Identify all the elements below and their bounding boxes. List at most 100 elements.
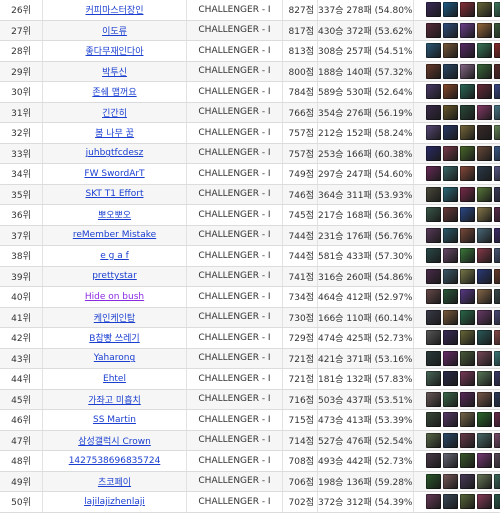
champion-portrait-icon[interactable] (460, 23, 475, 38)
champion-portrait-icon[interactable] (443, 64, 458, 79)
champion-portrait-icon[interactable] (477, 146, 492, 161)
champion-portrait-icon[interactable] (443, 269, 458, 284)
champion-portrait-icon[interactable] (494, 433, 500, 448)
champion-portrait-icon[interactable] (426, 310, 441, 325)
summoner-name-link[interactable]: 존쉐 맵꺼요 (92, 88, 136, 98)
champion-portrait-icon[interactable] (477, 412, 492, 427)
champion-portrait-icon[interactable] (426, 289, 441, 304)
champion-portrait-icon[interactable] (443, 105, 458, 120)
summoner-name-link[interactable]: Yaharong (94, 353, 135, 363)
summoner-name-link[interactable]: 커피마스터장인 (86, 6, 144, 16)
champion-portrait-icon[interactable] (477, 453, 492, 468)
champion-portrait-icon[interactable] (426, 2, 441, 17)
summoner-name-link[interactable]: Ehtel (103, 374, 126, 384)
champion-portrait-icon[interactable] (477, 371, 492, 386)
champion-portrait-icon[interactable] (426, 248, 441, 263)
champion-portrait-icon[interactable] (426, 146, 441, 161)
champion-portrait-icon[interactable] (460, 228, 475, 243)
champion-portrait-icon[interactable] (477, 43, 492, 58)
summoner-name-link[interactable]: 케인케인탑 (94, 314, 135, 324)
champion-portrait-icon[interactable] (443, 351, 458, 366)
champion-portrait-icon[interactable] (494, 371, 500, 386)
champion-portrait-icon[interactable] (426, 207, 441, 222)
champion-portrait-icon[interactable] (494, 64, 500, 79)
champion-portrait-icon[interactable] (460, 105, 475, 120)
champion-portrait-icon[interactable] (443, 330, 458, 345)
champion-portrait-icon[interactable] (460, 2, 475, 17)
summoner-name-link[interactable]: reMember Mistake (73, 230, 156, 240)
champion-portrait-icon[interactable] (494, 310, 500, 325)
summoner-name-link[interactable]: 1427538696835724 (69, 456, 161, 466)
champion-portrait-icon[interactable] (477, 207, 492, 222)
champion-portrait-icon[interactable] (426, 474, 441, 489)
champion-portrait-icon[interactable] (426, 494, 441, 509)
champion-portrait-icon[interactable] (477, 433, 492, 448)
champion-portrait-icon[interactable] (477, 310, 492, 325)
champion-portrait-icon[interactable] (426, 392, 441, 407)
champion-portrait-icon[interactable] (443, 248, 458, 263)
champion-portrait-icon[interactable] (426, 330, 441, 345)
champion-portrait-icon[interactable] (426, 453, 441, 468)
summoner-name-link[interactable]: juhbgtfcdesz (86, 148, 144, 158)
champion-portrait-icon[interactable] (494, 392, 500, 407)
champion-portrait-icon[interactable] (477, 2, 492, 17)
champion-portrait-icon[interactable] (477, 494, 492, 509)
champion-portrait-icon[interactable] (494, 330, 500, 345)
champion-portrait-icon[interactable] (426, 269, 441, 284)
champion-portrait-icon[interactable] (426, 371, 441, 386)
champion-portrait-icon[interactable] (477, 125, 492, 140)
champion-portrait-icon[interactable] (460, 187, 475, 202)
champion-portrait-icon[interactable] (460, 207, 475, 222)
champion-portrait-icon[interactable] (443, 371, 458, 386)
summoner-name-link[interactable]: 뽀오뽀오 (98, 211, 131, 221)
champion-portrait-icon[interactable] (477, 105, 492, 120)
champion-portrait-icon[interactable] (494, 228, 500, 243)
champion-portrait-icon[interactable] (426, 187, 441, 202)
champion-portrait-icon[interactable] (494, 494, 500, 509)
champion-portrait-icon[interactable] (460, 289, 475, 304)
champion-portrait-icon[interactable] (460, 125, 475, 140)
champion-portrait-icon[interactable] (460, 330, 475, 345)
champion-portrait-icon[interactable] (494, 146, 500, 161)
champion-portrait-icon[interactable] (477, 64, 492, 79)
champion-portrait-icon[interactable] (494, 125, 500, 140)
champion-portrait-icon[interactable] (460, 371, 475, 386)
champion-portrait-icon[interactable] (460, 43, 475, 58)
summoner-name-link[interactable]: 좋다무재인다아 (86, 47, 144, 57)
summoner-name-link[interactable]: 이도류 (102, 27, 127, 37)
champion-portrait-icon[interactable] (460, 474, 475, 489)
summoner-name-link[interactable]: B참빵 쓰레기 (89, 334, 139, 344)
champion-portrait-icon[interactable] (460, 248, 475, 263)
champion-portrait-icon[interactable] (494, 248, 500, 263)
champion-portrait-icon[interactable] (460, 310, 475, 325)
champion-portrait-icon[interactable] (460, 453, 475, 468)
champion-portrait-icon[interactable] (426, 433, 441, 448)
champion-portrait-icon[interactable] (477, 248, 492, 263)
champion-portrait-icon[interactable] (477, 23, 492, 38)
summoner-name-link[interactable]: Hide on bush (85, 292, 144, 302)
champion-portrait-icon[interactable] (426, 84, 441, 99)
champion-portrait-icon[interactable] (494, 269, 500, 284)
champion-portrait-icon[interactable] (477, 166, 492, 181)
champion-portrait-icon[interactable] (494, 453, 500, 468)
champion-portrait-icon[interactable] (443, 310, 458, 325)
champion-portrait-icon[interactable] (443, 433, 458, 448)
champion-portrait-icon[interactable] (426, 105, 441, 120)
champion-portrait-icon[interactable] (477, 474, 492, 489)
champion-portrait-icon[interactable] (460, 146, 475, 161)
champion-portrait-icon[interactable] (426, 228, 441, 243)
summoner-name-link[interactable]: SS Martin (93, 415, 136, 425)
champion-portrait-icon[interactable] (477, 351, 492, 366)
champion-portrait-icon[interactable] (443, 2, 458, 17)
champion-portrait-icon[interactable] (477, 330, 492, 345)
champion-portrait-icon[interactable] (443, 23, 458, 38)
champion-portrait-icon[interactable] (460, 392, 475, 407)
champion-portrait-icon[interactable] (494, 23, 500, 38)
champion-portrait-icon[interactable] (426, 412, 441, 427)
champion-portrait-icon[interactable] (443, 474, 458, 489)
summoner-name-link[interactable]: prettystar (92, 271, 137, 281)
champion-portrait-icon[interactable] (460, 412, 475, 427)
summoner-name-link[interactable]: 가좌고 미흡치 (88, 396, 141, 406)
summoner-name-link[interactable]: 긴간히 (102, 109, 127, 119)
champion-portrait-icon[interactable] (443, 84, 458, 99)
